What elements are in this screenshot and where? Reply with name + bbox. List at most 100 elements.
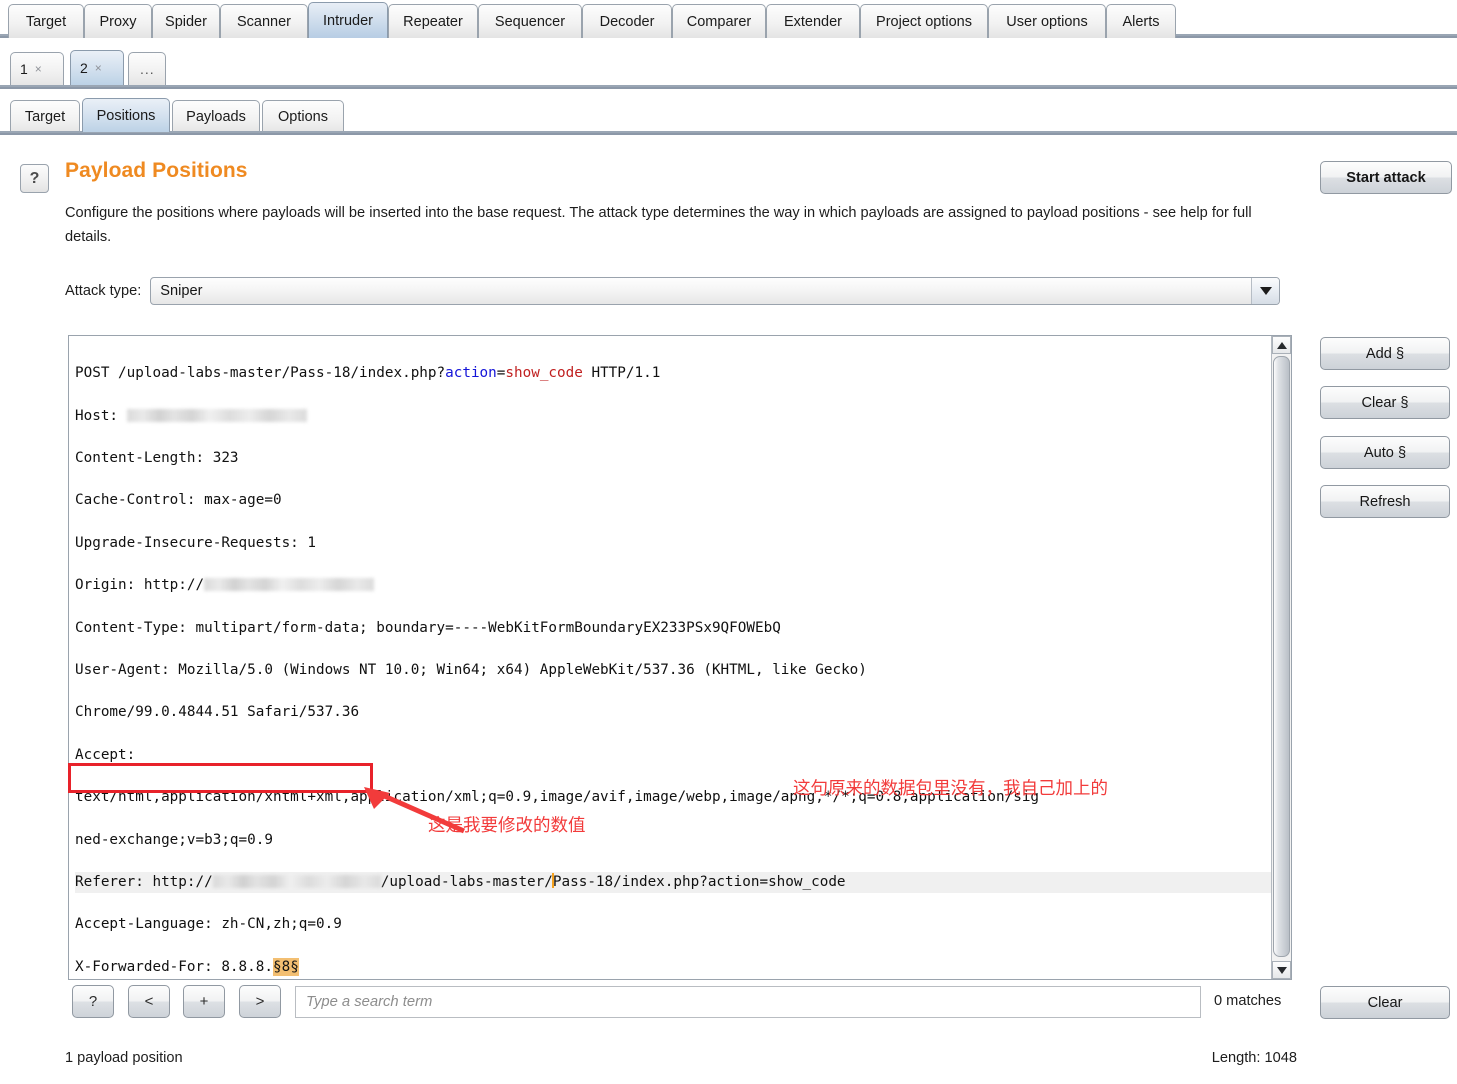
tab-label: Spider: [165, 13, 207, 30]
search-placeholder: Type a search term: [306, 994, 433, 1010]
start-attack-button[interactable]: Start attack: [1320, 161, 1452, 194]
request-line: Content-Length: 323: [75, 449, 239, 466]
referer-path-a: /upload-labs-master/: [380, 873, 553, 890]
request-method-prefix: POST /upload-labs-master/Pass-18/index.p…: [75, 365, 446, 382]
annotation-note-2: 这是我要修改的数值: [428, 816, 586, 836]
annotation-note-1: 这句原来的数据包里没有，我自己加上的: [793, 779, 1108, 799]
refresh-button[interactable]: Refresh: [1320, 485, 1450, 518]
attack-tab-label: 2: [80, 60, 88, 76]
tab-panel-positions[interactable]: Positions: [82, 98, 170, 132]
tab-label: Target: [25, 13, 67, 30]
redacted-host: [126, 408, 307, 422]
request-line-referer: Referer: http:// /upload-labs-master/Pass…: [75, 871, 1273, 894]
tab-extender[interactable]: Extender: [766, 4, 860, 38]
tab-target[interactable]: Target: [8, 4, 84, 38]
tab-spider[interactable]: Spider: [152, 4, 220, 38]
attack-tab-2[interactable]: 2 ×: [70, 50, 124, 85]
tab-label: Extender: [783, 13, 843, 30]
tab-panel-target[interactable]: Target: [10, 100, 80, 132]
tab-scanner[interactable]: Scanner: [220, 4, 308, 38]
origin-key: Origin: http://: [75, 577, 205, 594]
param-value: show_code: [505, 365, 583, 382]
tab-label: Intruder: [323, 12, 373, 29]
tab-panel-payloads[interactable]: Payloads: [172, 100, 260, 132]
tab-proxy[interactable]: Proxy: [84, 4, 152, 38]
panel-tab-bar: Target Positions Payloads Options: [0, 97, 1457, 135]
tab-label: Scanner: [236, 13, 291, 30]
button-label: Start attack: [1346, 169, 1426, 186]
tab-label: Positions: [96, 107, 156, 124]
clear-payload-marker-button[interactable]: Clear §: [1320, 386, 1450, 419]
tab-label: Project options: [876, 13, 972, 30]
scrollbar-thumb[interactable]: [1273, 356, 1290, 957]
search-input[interactable]: Type a search term: [295, 986, 1201, 1018]
request-line: Host:: [75, 406, 1269, 427]
search-add-button[interactable]: +: [183, 985, 225, 1018]
button-label: Refresh: [1359, 493, 1411, 510]
positions-panel: ? Payload Positions Configure the positi…: [0, 137, 1457, 1084]
tab-label: Target: [24, 108, 66, 125]
attack-type-select[interactable]: Sniper: [150, 277, 1281, 305]
tab-label: Repeater: [403, 13, 463, 30]
annotation-highlight-box: [68, 763, 373, 793]
tab-sequencer[interactable]: Sequencer: [478, 4, 582, 38]
request-line: Chrome/99.0.4844.51 Safari/537.36: [75, 704, 360, 721]
request-line: Accept-Language: zh-CN,zh;q=0.9: [75, 916, 342, 933]
tab-repeater[interactable]: Repeater: [388, 4, 478, 38]
attack-tab-new[interactable]: ...: [128, 52, 166, 85]
tab-comparer[interactable]: Comparer: [672, 4, 766, 38]
request-text[interactable]: POST /upload-labs-master/Pass-18/index.p…: [69, 336, 1273, 979]
tab-user-options[interactable]: User options: [988, 4, 1106, 38]
referer-key: Referer: http://: [75, 873, 213, 890]
button-label: Clear: [1367, 994, 1403, 1011]
request-line: Upgrade-Insecure-Requests: 1: [75, 534, 317, 551]
tab-label: Proxy: [99, 13, 137, 30]
tab-label: Options: [278, 108, 328, 125]
referer-path-b: Pass-18/index.php?action=show_code: [552, 873, 846, 890]
attack-tab-bar: 1 × 2 × ...: [0, 48, 1457, 89]
attack-type-value: Sniper: [160, 283, 203, 299]
scroll-down-icon[interactable]: [1272, 961, 1291, 979]
close-icon[interactable]: ×: [35, 62, 42, 76]
help-icon[interactable]: ?: [20, 164, 49, 193]
request-line: Cache-Control: max-age=0: [75, 492, 282, 509]
tab-label: Alerts: [1122, 13, 1160, 30]
request-line: Content-Type: multipart/form-data; bound…: [75, 619, 781, 636]
request-line: User-Agent: Mozilla/5.0 (Windows NT 10.0…: [75, 661, 867, 678]
search-prev-button[interactable]: <: [128, 985, 170, 1018]
tab-intruder[interactable]: Intruder: [308, 2, 388, 38]
request-line: POST /upload-labs-master/Pass-18/index.p…: [75, 363, 1269, 384]
attack-tab-1[interactable]: 1 ×: [10, 52, 64, 85]
search-next-button[interactable]: >: [239, 985, 281, 1018]
tab-decoder[interactable]: Decoder: [582, 4, 672, 38]
button-label: +: [199, 993, 209, 1010]
host-key: Host:: [75, 407, 127, 424]
request-editor[interactable]: POST /upload-labs-master/Pass-18/index.p…: [68, 335, 1292, 980]
clear-search-button[interactable]: Clear: [1320, 986, 1450, 1019]
tab-panel-options[interactable]: Options: [262, 100, 344, 132]
button-label: <: [144, 993, 154, 1010]
search-help-button[interactable]: ?: [72, 985, 114, 1018]
match-count-label: 0 matches: [1214, 993, 1282, 1009]
tab-label: Decoder: [599, 13, 655, 30]
close-icon[interactable]: ×: [95, 61, 102, 75]
tab-project-options[interactable]: Project options: [860, 4, 988, 38]
ellipsis-icon: ...: [140, 61, 155, 77]
editor-vertical-scrollbar[interactable]: [1271, 336, 1291, 979]
add-payload-marker-button[interactable]: Add §: [1320, 337, 1450, 370]
scroll-up-icon[interactable]: [1272, 336, 1291, 354]
attack-type-label: Attack type:: [65, 283, 142, 299]
payload-position-marker[interactable]: §8§: [272, 957, 299, 976]
chevron-down-icon[interactable]: [1251, 278, 1280, 304]
request-line-xff: X-Forwarded-For: 8.8.8.§8§: [75, 957, 1269, 978]
redacted-origin: [204, 578, 375, 592]
auto-payload-marker-button[interactable]: Auto §: [1320, 436, 1450, 469]
button-label: Auto §: [1363, 444, 1407, 461]
request-line: Origin: http://: [75, 575, 1269, 596]
tab-label: Comparer: [686, 13, 752, 30]
button-label: Clear §: [1361, 394, 1409, 411]
button-label: >: [255, 993, 265, 1010]
redacted-referer: [212, 874, 381, 888]
tab-label: User options: [1006, 13, 1088, 30]
tab-alerts[interactable]: Alerts: [1106, 4, 1176, 38]
